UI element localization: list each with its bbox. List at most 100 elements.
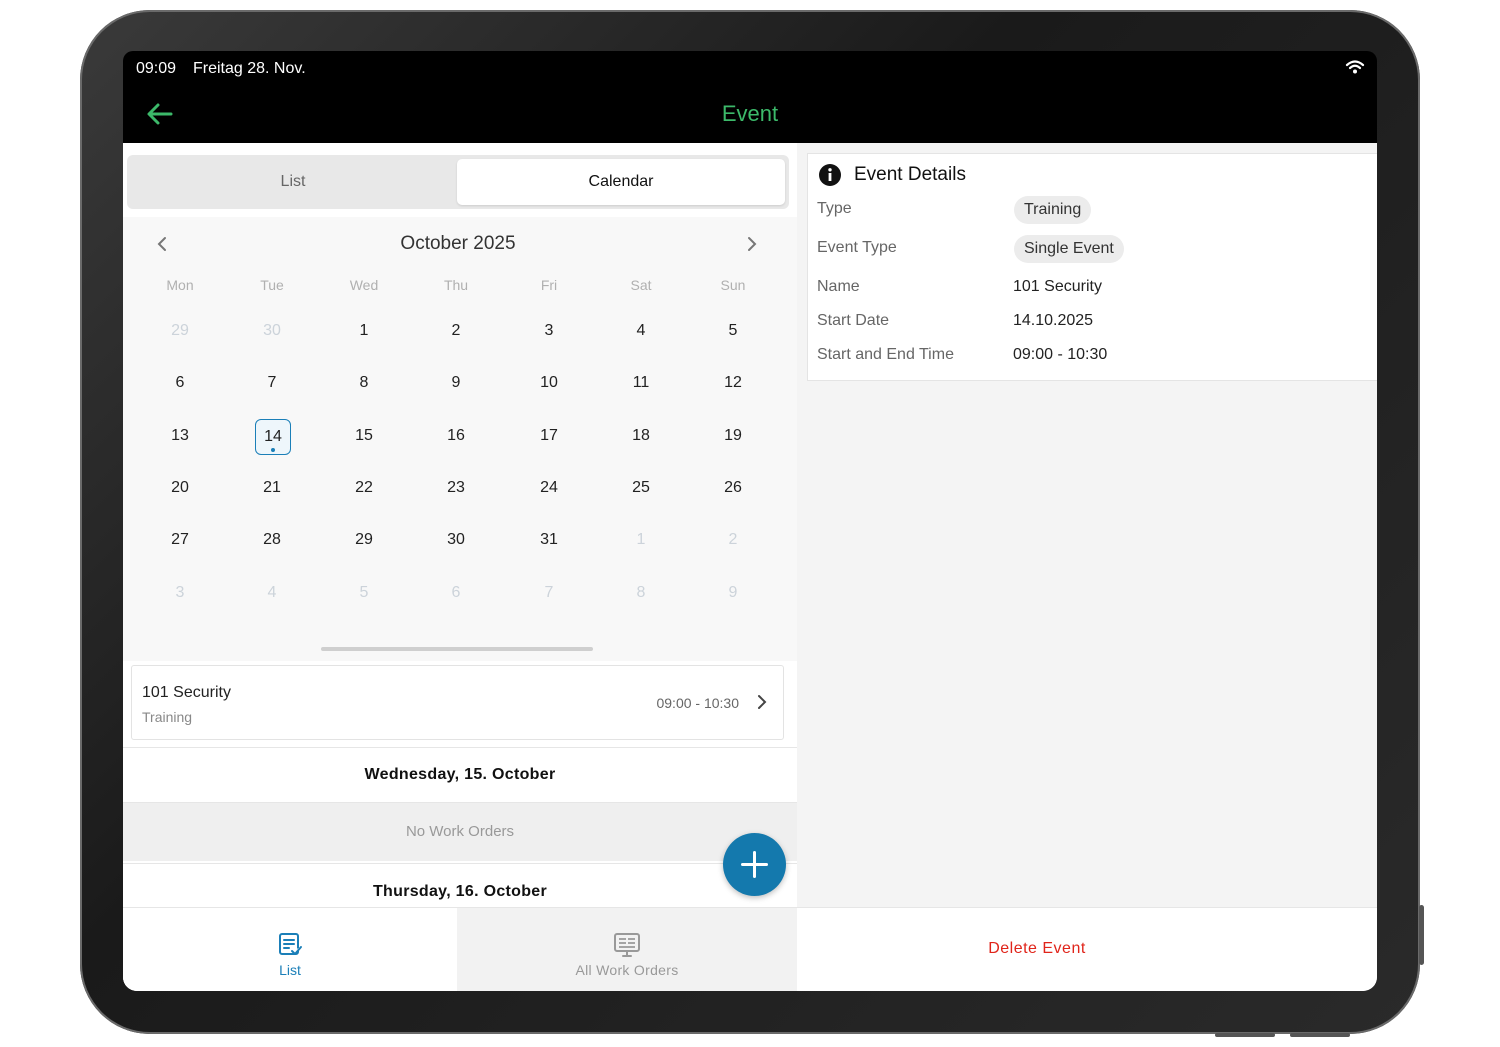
- calendar-day[interactable]: 9: [713, 575, 753, 611]
- page-title: Event: [721, 101, 779, 126]
- calendar-day[interactable]: 8: [621, 575, 661, 611]
- detail-label-start-date: Start Date: [817, 312, 890, 329]
- wifi-icon: [1345, 60, 1365, 74]
- weekday-label: Tue: [260, 277, 284, 293]
- empty-state-text: No Work Orders: [123, 803, 797, 861]
- event-indicator-dot: [271, 447, 275, 452]
- status-date: Freitag 28. Nov.: [193, 60, 306, 77]
- event-details-title: Event Details: [854, 164, 966, 185]
- calendar-day[interactable]: 1: [621, 522, 661, 558]
- calendar-day[interactable]: 23: [436, 470, 476, 506]
- calendar-day[interactable]: 6: [436, 575, 476, 611]
- event-time: 09:00 - 10:30: [656, 695, 739, 711]
- screen: 09:09 Freitag 28. Nov. Event List Calend…: [123, 51, 1377, 991]
- calendar-day-selected[interactable]: 14: [255, 418, 291, 455]
- detail-value-name: 101 Security: [1013, 278, 1102, 295]
- weekday-label: Mon: [166, 277, 194, 293]
- calendar-day[interactable]: 15: [344, 418, 384, 454]
- calendar-day[interactable]: 18: [621, 418, 661, 454]
- view-segmented-control: List Calendar: [127, 155, 789, 209]
- list-checked-icon: [279, 933, 302, 955]
- calendar-day[interactable]: 5: [713, 313, 753, 349]
- event-type: Training: [142, 709, 193, 725]
- delete-event-button[interactable]: Delete Event: [697, 940, 1377, 958]
- detail-chip-type: Training: [1014, 196, 1092, 224]
- calendar-day[interactable]: 31: [529, 522, 569, 558]
- tab-list[interactable]: List: [123, 908, 457, 991]
- status-bar: 09:09 Freitag 28. Nov.: [123, 51, 1377, 87]
- calendar-day[interactable]: 12: [713, 365, 753, 401]
- detail-label-event-type: Event Type: [817, 239, 897, 256]
- info-icon: [819, 164, 841, 186]
- calendar-day[interactable]: 1: [344, 313, 384, 349]
- nav-bar: Event: [123, 87, 1377, 143]
- segment-calendar[interactable]: Calendar: [457, 159, 785, 205]
- calendar-month-title: October 2025: [400, 233, 516, 254]
- calendar-day[interactable]: 30: [436, 522, 476, 558]
- calendar-day[interactable]: 25: [621, 470, 661, 506]
- calendar-scroll-indicator: [321, 647, 593, 651]
- weekday-label: Fri: [540, 277, 558, 293]
- detail-chip-event-type: Single Event: [1014, 235, 1124, 263]
- calendar-day[interactable]: 11: [621, 365, 661, 401]
- calendar-day[interactable]: 24: [529, 470, 569, 506]
- status-time: 09:09: [136, 60, 177, 77]
- weekday-label: Thu: [443, 277, 469, 293]
- weekday-label: Sun: [720, 277, 746, 293]
- calendar-day[interactable]: 29: [160, 313, 200, 349]
- calendar-day[interactable]: 4: [252, 575, 292, 611]
- calendar-day[interactable]: 17: [529, 418, 569, 454]
- tab-all-work-orders-label: All Work Orders: [575, 962, 679, 978]
- calendar-day[interactable]: 2: [436, 313, 476, 349]
- event-details-card: Event Details Type Training Event Type S…: [807, 153, 1377, 381]
- event-name: 101 Security: [142, 684, 231, 701]
- calendar-day[interactable]: 27: [160, 522, 200, 558]
- day-section-header: Thursday, 16. October: [123, 863, 797, 908]
- tab-bar: List All Work Orders: [123, 907, 797, 991]
- detail-label-time: Start and End Time: [817, 346, 954, 363]
- detail-value-time: 09:00 - 10:30: [1013, 346, 1108, 363]
- calendar-day[interactable]: 3: [529, 313, 569, 349]
- calendar-day[interactable]: 7: [252, 365, 292, 401]
- side-button: [1419, 905, 1424, 965]
- calendar-day[interactable]: 5: [344, 575, 384, 611]
- segment-list[interactable]: List: [129, 159, 457, 205]
- weekday-label: Sat: [630, 277, 652, 293]
- day-section-header: Wednesday, 15. October: [123, 747, 797, 803]
- event-list-item[interactable]: 101 Security Training 09:00 - 10:30: [131, 665, 784, 740]
- calendar-day[interactable]: 16: [436, 418, 476, 454]
- next-month-icon[interactable]: [745, 235, 759, 253]
- calendar-day[interactable]: 26: [713, 470, 753, 506]
- action-bar: Delete Event: [797, 907, 1377, 991]
- plus-icon: [753, 851, 756, 878]
- tab-list-label: List: [279, 962, 301, 978]
- calendar-day[interactable]: 20: [160, 470, 200, 506]
- detail-label-type: Type: [817, 200, 852, 217]
- add-button[interactable]: [723, 833, 786, 896]
- monitor-icon: [614, 933, 640, 957]
- calendar-day[interactable]: 30: [252, 313, 292, 349]
- calendar-day[interactable]: 8: [344, 365, 384, 401]
- left-panel: List Calendar October 2025 Mon Tue Wed Thu F…: [123, 143, 797, 991]
- calendar-day[interactable]: 10: [529, 365, 569, 401]
- calendar-day[interactable]: 6: [160, 365, 200, 401]
- calendar-day[interactable]: 7: [529, 575, 569, 611]
- volume-button: [1290, 1033, 1350, 1037]
- calendar-day[interactable]: 13: [160, 418, 200, 454]
- detail-value-start-date: 14.10.2025: [1013, 312, 1094, 329]
- volume-button: [1215, 1033, 1275, 1037]
- right-panel: Event Details Type Training Event Type S…: [797, 143, 1377, 991]
- calendar-day[interactable]: 22: [344, 470, 384, 506]
- calendar-day[interactable]: 9: [436, 365, 476, 401]
- weekday-label: Wed: [349, 277, 379, 293]
- chevron-right-icon: [758, 695, 767, 709]
- calendar-day[interactable]: 19: [713, 418, 753, 454]
- calendar-day[interactable]: 3: [160, 575, 200, 611]
- calendar: October 2025 Mon Tue Wed Thu Fri Sat Sun 29 30 1 2…: [123, 217, 797, 661]
- detail-label-name: Name: [817, 278, 860, 295]
- calendar-day[interactable]: 4: [621, 313, 661, 349]
- calendar-day[interactable]: 21: [252, 470, 292, 506]
- calendar-day[interactable]: 29: [344, 522, 384, 558]
- calendar-day[interactable]: 28: [252, 522, 292, 558]
- calendar-day[interactable]: 2: [713, 522, 753, 558]
